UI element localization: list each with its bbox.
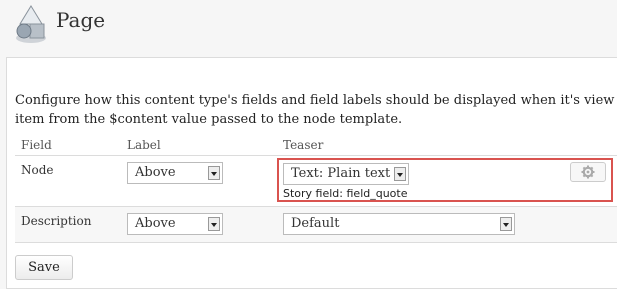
field-cell: Node — [15, 155, 121, 207]
page-header: Page — [0, 0, 617, 52]
field-name: Node — [21, 163, 54, 177]
label-cell: Above — [121, 206, 277, 243]
fields-display-table: Field Label Teaser Node Above Text: Plai… — [15, 135, 617, 243]
label-select[interactable]: Above — [127, 213, 223, 235]
highlighted-formatter: Text: Plain text Story field: field_quot… — [277, 158, 613, 202]
save-button[interactable]: Save — [15, 255, 73, 280]
column-header-label: Label — [121, 135, 277, 156]
teaser-cell: Text: Plain text Story field: field_quot… — [277, 155, 617, 207]
label-cell: Above — [121, 155, 277, 207]
chevron-down-icon — [500, 217, 512, 231]
label-select[interactable]: Above — [127, 162, 223, 184]
table-row: Description Above Default — [15, 206, 617, 243]
teaser-select[interactable]: Default — [283, 213, 515, 235]
chevron-down-icon — [208, 217, 220, 231]
content-panel: Configure how this content type's fields… — [6, 57, 617, 289]
teaser-cell: Default — [277, 206, 617, 243]
label-select-value: Above — [135, 216, 176, 231]
label-select-value: Above — [135, 165, 176, 180]
teaser-select[interactable]: Text: Plain text — [283, 163, 409, 185]
field-name: Description — [21, 214, 92, 228]
intro-text: Configure how this content type's fields… — [15, 93, 615, 127]
table-row: Node Above Text: Plain text Story field:… — [15, 155, 617, 207]
teaser-select-value: Default — [291, 216, 340, 231]
teaser-select-value: Text: Plain text — [291, 166, 391, 181]
formatter-settings-button[interactable] — [570, 162, 606, 182]
chevron-down-icon — [394, 167, 406, 181]
gear-icon — [581, 165, 595, 179]
page-shapes-icon — [16, 5, 46, 43]
field-cell: Description — [15, 206, 121, 243]
column-header-field: Field — [15, 135, 121, 156]
chevron-down-icon — [208, 166, 220, 180]
formatter-summary: Story field: field_quote — [283, 187, 408, 200]
table-header-row: Field Label Teaser — [15, 135, 617, 156]
column-header-teaser: Teaser — [277, 135, 617, 156]
page-title: Page — [56, 8, 106, 32]
